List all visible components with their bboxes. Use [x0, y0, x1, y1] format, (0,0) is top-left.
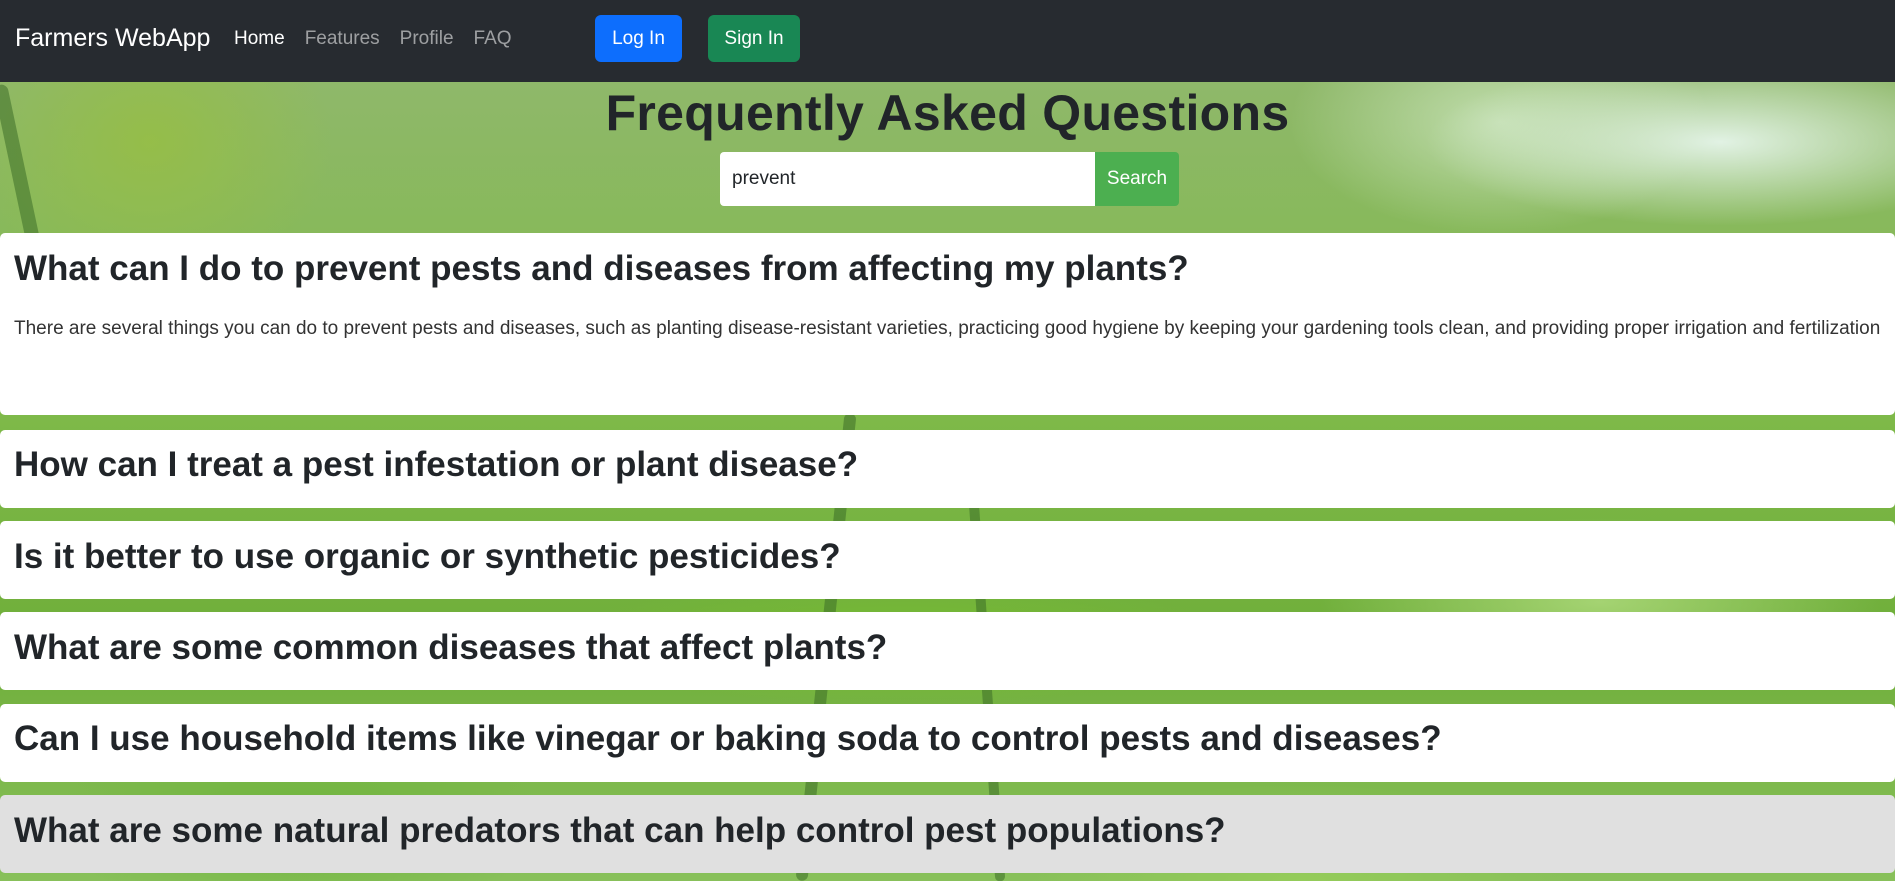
faq-item[interactable]: Is it better to use organic or synthetic…	[0, 521, 1895, 599]
search-button[interactable]: Search	[1095, 152, 1179, 206]
search-form: Search	[720, 152, 1179, 206]
login-button[interactable]: Log In	[595, 15, 682, 62]
nav-link-faq[interactable]: FAQ	[474, 28, 512, 50]
faq-question[interactable]: What can I do to prevent pests and disea…	[14, 248, 1881, 290]
faq-item[interactable]: What are some natural predators that can…	[0, 795, 1895, 873]
brand-link[interactable]: Farmers WebApp	[15, 24, 210, 53]
page-title: Frequently Asked Questions	[605, 85, 1290, 141]
search-input[interactable]	[720, 152, 1095, 206]
faq-item[interactable]: Can I use household items like vinegar o…	[0, 704, 1895, 782]
nav-links: Home Features Profile FAQ	[234, 28, 532, 50]
faq-item[interactable]: How can I treat a pest infestation or pl…	[0, 430, 1895, 508]
faq-question[interactable]: Can I use household items like vinegar o…	[14, 718, 1881, 760]
top-navbar: Farmers WebApp Home Features Profile FAQ…	[0, 0, 1895, 82]
faq-answer: There are several things you can do to p…	[14, 318, 1881, 339]
nav-link-profile[interactable]: Profile	[400, 28, 454, 50]
faq-question[interactable]: Is it better to use organic or synthetic…	[14, 536, 1881, 578]
faq-question[interactable]: What are some common diseases that affec…	[14, 627, 1881, 669]
nav-link-home[interactable]: Home	[234, 28, 285, 50]
faq-item[interactable]: What can I do to prevent pests and disea…	[0, 233, 1895, 415]
signin-button[interactable]: Sign In	[708, 15, 800, 62]
nav-link-features[interactable]: Features	[305, 28, 380, 50]
faq-question[interactable]: How can I treat a pest infestation or pl…	[14, 444, 1881, 486]
faq-item[interactable]: What are some common diseases that affec…	[0, 612, 1895, 690]
faq-question[interactable]: What are some natural predators that can…	[14, 810, 1881, 852]
